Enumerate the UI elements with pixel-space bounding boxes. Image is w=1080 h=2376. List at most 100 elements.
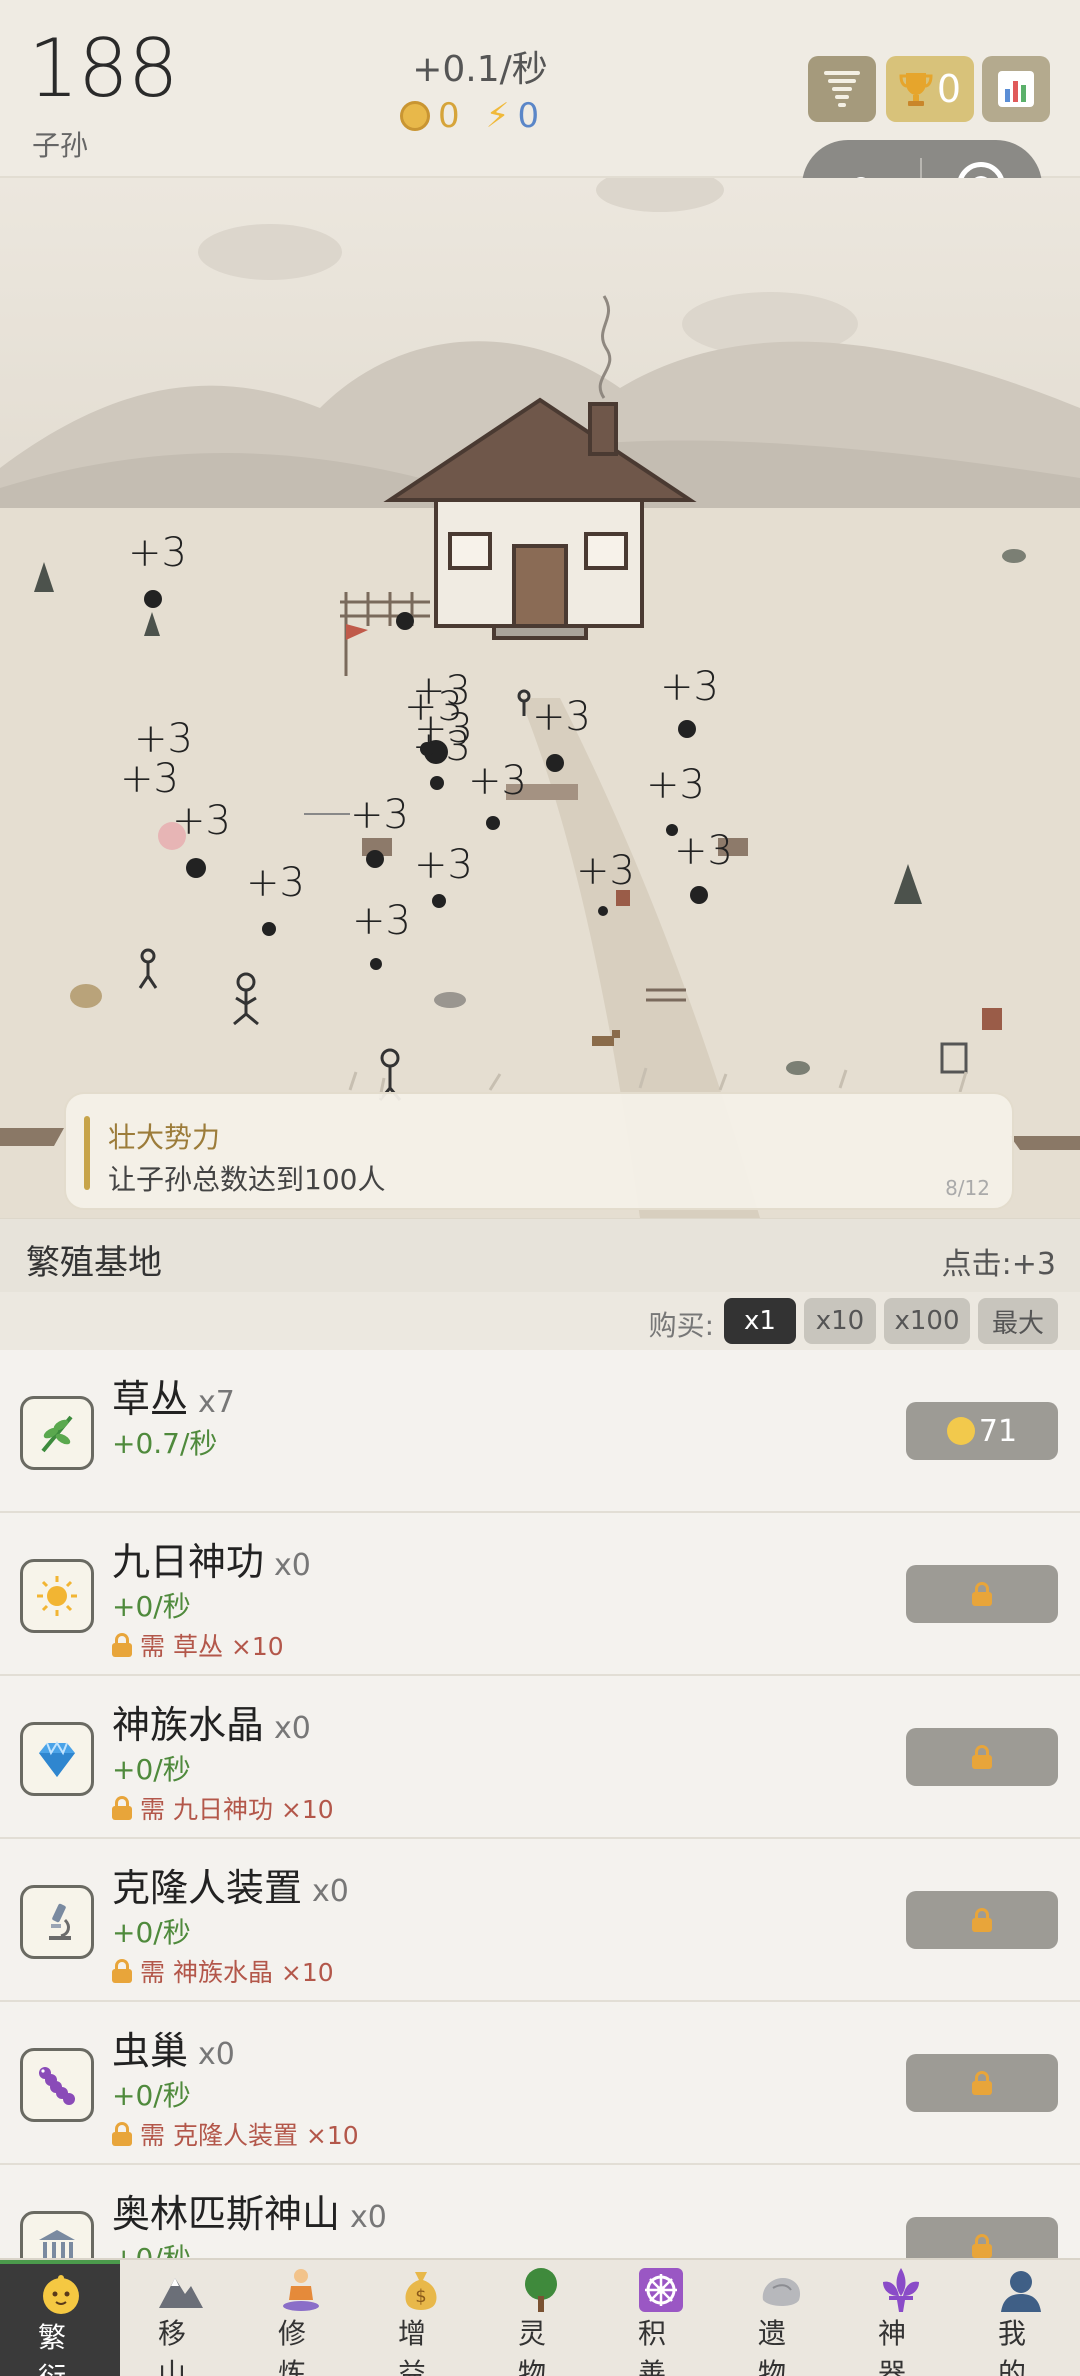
buy-max-button[interactable]: 最大	[978, 1298, 1058, 1344]
item-rate: +0/秒	[112, 1916, 191, 1949]
buy-x10-button[interactable]: x10	[804, 1298, 876, 1344]
diamond-icon	[20, 1722, 94, 1796]
locked-buy-button[interactable]	[906, 1891, 1058, 1949]
tab-label: 修炼	[278, 2317, 307, 2376]
rock-icon	[756, 2266, 806, 2316]
grass-icon	[20, 1396, 94, 1470]
baby-icon	[36, 2270, 86, 2320]
tab-label: 神器	[878, 2317, 907, 2376]
item-rate: +0.7/秒	[112, 1427, 218, 1460]
click-gain-label: +3	[120, 756, 179, 802]
list-item[interactable]: 九日神功 x0 +0/秒 需 草丛 ×10	[0, 1513, 1080, 1676]
baby-face-icon	[946, 1417, 975, 1445]
tab-label: 繁衍	[38, 2321, 67, 2376]
bar-chart-icon	[998, 71, 1034, 107]
tab-label: 移山	[158, 2317, 187, 2376]
lock-icon	[112, 1633, 132, 1657]
item-name: 九日神功 x0	[112, 1540, 311, 1584]
tab-shenqi[interactable]: 神器	[840, 2260, 960, 2376]
tab-fanyan[interactable]: 繁衍	[0, 2260, 120, 2376]
tab-yiwu[interactable]: 遗物	[720, 2260, 840, 2376]
stats-button[interactable]	[982, 56, 1050, 122]
descendant-dot	[546, 754, 564, 772]
quest-description: 让子孙总数达到100人	[108, 1163, 386, 1196]
item-cost: 71	[978, 1413, 1018, 1449]
descendant-dot	[396, 612, 414, 630]
coin-icon	[400, 101, 430, 131]
item-name: 奥林匹斯神山 x0	[112, 2192, 387, 2236]
fleur-icon	[876, 2266, 926, 2316]
descendant-dot	[432, 894, 446, 908]
click-gain-label: +3	[674, 828, 733, 874]
buy-x100-button[interactable]: x100	[884, 1298, 970, 1344]
lightning-icon: ⚡	[485, 96, 510, 136]
building-list[interactable]: 草丛 x7 +0.7/秒 71 九日神功 x0 +0/秒 需 草丛 ×10 神族水晶…	[0, 1350, 1080, 2260]
tornado-icon	[824, 71, 860, 107]
locked-buy-button[interactable]	[906, 1728, 1058, 1786]
list-item[interactable]: 虫巢 x0 +0/秒 需 克隆人装置 ×10	[0, 2002, 1080, 2165]
click-gain-label: +3	[352, 898, 411, 944]
lock-icon	[972, 1582, 992, 1606]
list-item[interactable]: 草丛 x7 +0.7/秒 71	[0, 1350, 1080, 1513]
game-scene[interactable]: +3 +3 +3 +3 +3 +3 +3 +3 +3 +3 +3 +3 +3 +…	[0, 178, 1080, 1218]
quest-banner[interactable]: 壮大势力 让子孙总数达到100人 8/12	[64, 1092, 1014, 1210]
tab-xiulian[interactable]: 修炼	[240, 2260, 360, 2376]
item-name: 克隆人装置 x0	[112, 1866, 349, 1910]
dharma-wheel-icon	[636, 2266, 686, 2316]
click-value: 点击:+3	[941, 1247, 1056, 1282]
mountain-icon	[156, 2266, 206, 2316]
list-item[interactable]: 克隆人装置 x0 +0/秒 需 神族水晶 ×10	[0, 1839, 1080, 2002]
tornado-button[interactable]	[808, 56, 876, 122]
user-icon	[996, 2266, 1046, 2316]
buy-label: 购买:	[648, 1309, 714, 1342]
descendant-dot	[678, 720, 696, 738]
item-rate: +0/秒	[112, 1753, 191, 1786]
item-requirement: 需 九日神功 ×10	[112, 1790, 334, 1826]
tab-jishan[interactable]: 积善	[600, 2260, 720, 2376]
item-count: x7	[198, 1385, 235, 1420]
coin-resource: 0	[400, 96, 460, 136]
item-requirement: 需 神族水晶 ×10	[112, 1953, 334, 1989]
tab-label: 灵物	[518, 2317, 547, 2376]
locked-buy-button[interactable]	[906, 2054, 1058, 2112]
click-gain-label: +3	[468, 758, 527, 804]
quest-accent-bar	[84, 1116, 90, 1190]
tab-lingwu[interactable]: 灵物	[480, 2260, 600, 2376]
lock-icon	[112, 2122, 132, 2146]
item-name: 草丛 x7	[112, 1377, 235, 1421]
descendant-dot	[186, 858, 206, 878]
locked-buy-button[interactable]	[906, 2217, 1058, 2260]
descendant-dot	[666, 824, 678, 836]
tab-wode[interactable]: 我的	[960, 2260, 1080, 2376]
item-count: x0	[350, 2200, 387, 2235]
trophy-button[interactable]: 0	[886, 56, 974, 122]
sun-icon	[20, 1559, 94, 1633]
meditate-icon	[276, 2266, 326, 2316]
buy-x1-button[interactable]: x1	[724, 1298, 796, 1344]
base-title: 繁殖基地	[26, 1243, 162, 1283]
resource-bar: 0 ⚡ 0	[400, 96, 539, 136]
lock-icon	[112, 1796, 132, 1820]
tree-icon	[516, 2266, 566, 2316]
descendant-dot	[144, 590, 162, 608]
trophy-icon	[899, 73, 933, 106]
tab-zengyi[interactable]: $ 增益	[360, 2260, 480, 2376]
list-item[interactable]: 奥林匹斯神山 x0 +0/秒	[0, 2165, 1080, 2260]
descendant-dot	[420, 742, 434, 756]
tab-label: 遗物	[758, 2317, 787, 2376]
trophy-count: 0	[936, 67, 962, 111]
energy-resource: ⚡ 0	[486, 96, 540, 136]
descendant-dot	[598, 906, 608, 916]
tab-label: 积善	[638, 2317, 667, 2376]
descendant-dot	[262, 922, 276, 936]
click-gain-label: +3	[646, 762, 705, 808]
tab-yishan[interactable]: 移山	[120, 2260, 240, 2376]
list-item[interactable]: 神族水晶 x0 +0/秒 需 九日神功 ×10	[0, 1676, 1080, 1839]
lock-icon	[972, 2234, 992, 2258]
buy-button[interactable]: 71	[906, 1402, 1058, 1460]
descendant-dot	[366, 850, 384, 868]
lock-icon	[972, 2071, 992, 2095]
click-gain-label: +3	[532, 694, 591, 740]
locked-buy-button[interactable]	[906, 1565, 1058, 1623]
click-gain-label: +3	[246, 860, 305, 906]
